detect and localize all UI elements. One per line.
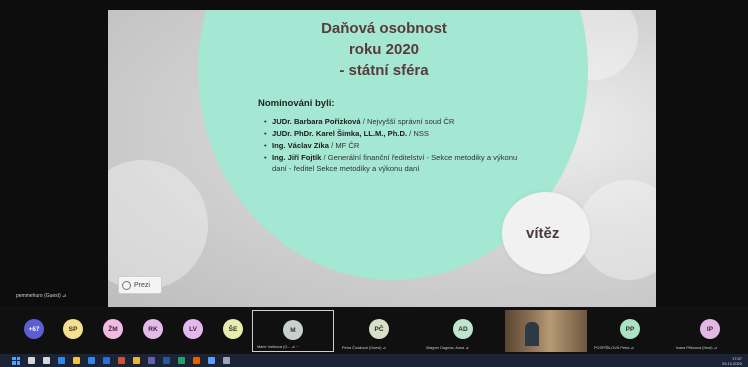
participant-tile[interactable]: +67 bbox=[22, 310, 46, 352]
meeting-window: Daňová osobnost roku 2020 - státní sféra… bbox=[0, 0, 748, 367]
nominee-item: Ing. Václav Zíka / MF ČR bbox=[264, 140, 526, 151]
prezi-icon bbox=[122, 280, 131, 290]
clock-date: 29.10.2020 bbox=[721, 361, 742, 366]
participant-avatar: ŽM bbox=[103, 319, 123, 339]
participant-tile[interactable]: AD Wagner Dagmar, Anna ⊿ bbox=[422, 310, 504, 352]
winner-label: vítěz bbox=[526, 225, 560, 242]
participant-tile[interactable]: ŽM bbox=[100, 310, 126, 352]
system-tray-clock[interactable]: 17:57 29.10.2020 bbox=[722, 356, 742, 366]
participant-video-tile[interactable] bbox=[505, 310, 587, 352]
participant-avatar: RK bbox=[143, 319, 163, 339]
participant-tile[interactable]: ŠE bbox=[220, 310, 246, 352]
slide-title-line: roku 2020 bbox=[348, 41, 420, 58]
presentation-slide: Daňová osobnost roku 2020 - státní sféra… bbox=[108, 10, 656, 307]
windows-start-icon[interactable] bbox=[12, 356, 20, 365]
participant-name: POSPÍŠILOVÁ Petra ⊿ bbox=[594, 346, 634, 350]
powerpoint-icon[interactable] bbox=[118, 357, 125, 364]
bokeh-circle bbox=[108, 160, 208, 290]
nominee-role: / MF ČR bbox=[328, 141, 360, 150]
explorer-icon[interactable] bbox=[73, 357, 80, 364]
screen-share-area: Daňová osobnost roku 2020 - státní sféra… bbox=[0, 0, 748, 307]
participant-tile[interactable]: SP bbox=[60, 310, 86, 352]
chrome-icon[interactable] bbox=[133, 357, 140, 364]
teams-icon[interactable] bbox=[148, 357, 155, 364]
nominee-name: JUDr. PhDr. Karel Šimka, LL.M., Ph.D. bbox=[272, 129, 408, 138]
nominee-role: / Nejvyšší správní soud ČR bbox=[360, 117, 455, 126]
participant-tile[interactable]: M Marie Vaňková (G... ⊿ ··· bbox=[252, 310, 334, 352]
store-icon[interactable] bbox=[208, 357, 215, 364]
participant-name: Petra Čiváková (Guest) ⊿ bbox=[342, 346, 386, 350]
prezi-label: Prezi bbox=[134, 281, 150, 289]
slide-title: Daňová osobnost roku 2020 - státní sféra bbox=[296, 18, 472, 81]
participant-strip: +67 SP ŽM RK LV ŠE M Marie Vaňková (G... ⊿ ··· P… bbox=[0, 310, 748, 354]
word-icon[interactable] bbox=[163, 357, 170, 364]
edge-icon[interactable] bbox=[58, 357, 65, 364]
participant-avatar: LV bbox=[183, 319, 203, 339]
slide-title-line: Daňová osobnost bbox=[321, 20, 447, 37]
taskview-icon[interactable] bbox=[43, 357, 50, 364]
participant-avatar: SP bbox=[63, 319, 83, 339]
participant-avatar: ŠE bbox=[223, 319, 243, 339]
participant-avatar: IP bbox=[700, 319, 720, 339]
search-icon[interactable] bbox=[28, 357, 35, 364]
outlook-icon[interactable] bbox=[103, 357, 110, 364]
slide-title-line: - státní sféra bbox=[339, 62, 429, 79]
excel-icon[interactable] bbox=[178, 357, 185, 364]
mail-icon[interactable] bbox=[88, 357, 95, 364]
nominee-name: JUDr. Barbara Pořízková bbox=[272, 117, 361, 126]
participant-tile[interactable]: IP Ivana Pěknová (Host) ⊿ bbox=[672, 310, 748, 352]
nominee-item: JUDr. PhDr. Karel Šimka, LL.M., Ph.D. / … bbox=[264, 128, 526, 139]
participant-avatar: PČ bbox=[369, 319, 389, 339]
participant-tile[interactable]: RK bbox=[140, 310, 166, 352]
participant-name: Marie Vaňková (G... ⊿ ··· bbox=[257, 345, 300, 349]
participant-name: Wagner Dagmar, Anna ⊿ bbox=[426, 346, 469, 350]
participant-tile[interactable]: PP POSPÍŠILOVÁ Petra ⊿ bbox=[590, 310, 670, 352]
participant-video bbox=[525, 322, 539, 346]
nominee-role: / NSS bbox=[407, 129, 429, 138]
participant-avatar: AD bbox=[453, 319, 473, 339]
taskbar-apps bbox=[20, 357, 230, 364]
settings-icon[interactable] bbox=[223, 357, 230, 364]
presenter-name: pemmehuro (Guest) ⊿ bbox=[16, 293, 67, 299]
nominee-name: Ing. Václav Zíka bbox=[272, 141, 329, 150]
participant-avatar: PP bbox=[620, 319, 640, 339]
participant-tile[interactable]: LV bbox=[180, 310, 206, 352]
nominee-item: JUDr. Barbara Pořízková / Nejvyšší správ… bbox=[264, 116, 526, 127]
nominee-name: Ing. Jiří Fojtík bbox=[272, 153, 322, 162]
nominees-heading: Nominováni byli: bbox=[258, 98, 335, 109]
prezi-badge[interactable]: Prezi bbox=[118, 276, 162, 294]
participant-avatar: M bbox=[283, 320, 303, 340]
participant-tile[interactable]: PČ Petra Čiváková (Guest) ⊿ bbox=[338, 310, 420, 352]
windows-taskbar: 17:57 29.10.2020 bbox=[0, 354, 748, 367]
nominee-item: Ing. Jiří Fojtík / Generální finanční ře… bbox=[264, 152, 526, 174]
nominees-list: JUDr. Barbara Pořízková / Nejvyšší správ… bbox=[264, 116, 526, 175]
participant-name: Ivana Pěknová (Host) ⊿ bbox=[676, 346, 717, 350]
participant-avatar: +67 bbox=[24, 319, 44, 339]
firefox-icon[interactable] bbox=[193, 357, 200, 364]
